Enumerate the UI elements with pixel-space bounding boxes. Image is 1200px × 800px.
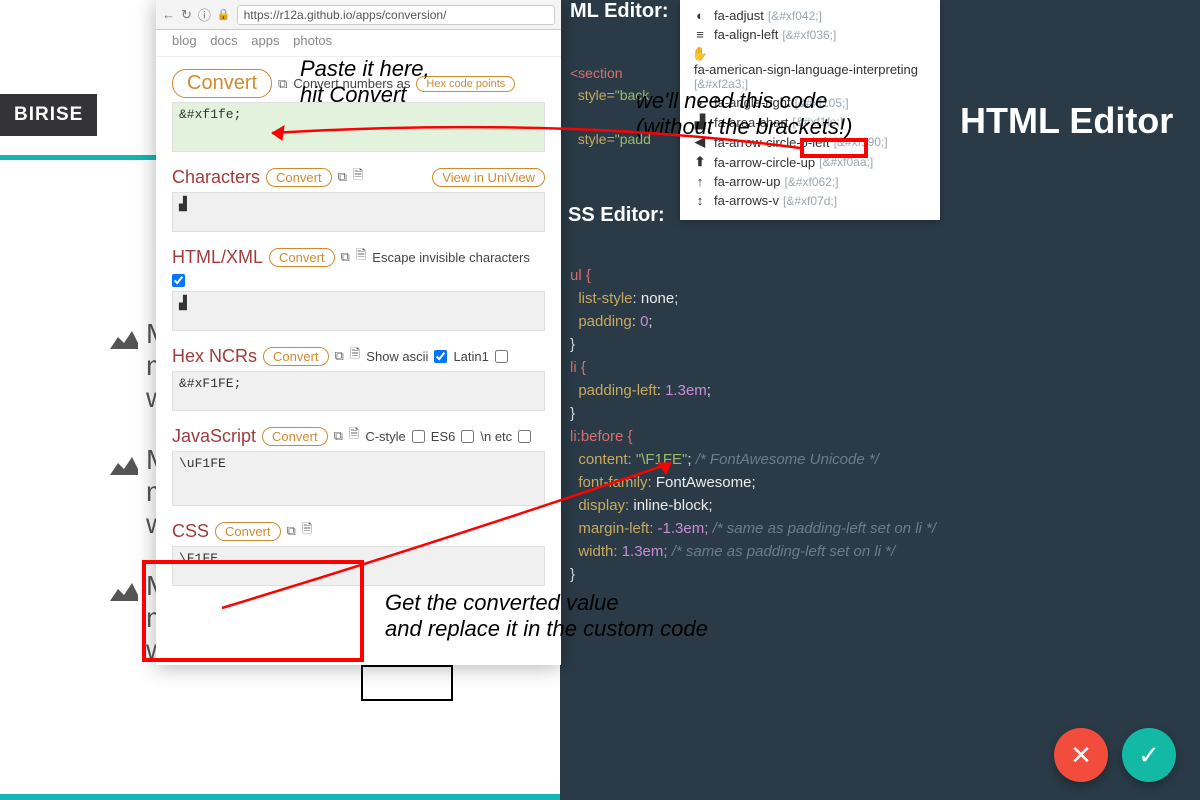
show-ascii-checkbox[interactable] xyxy=(434,350,447,363)
highlight-fa-code xyxy=(800,138,868,158)
section-hex: Hex NCRs xyxy=(172,346,257,367)
area-chart-icon xyxy=(110,450,138,482)
convert-button[interactable]: Convert xyxy=(269,248,335,267)
section-css: CSS xyxy=(172,521,209,542)
fa-list-item[interactable]: ≡fa-align-left[&#xf036;] xyxy=(690,25,930,44)
section-html: HTML/XML xyxy=(172,247,263,268)
doc-icon[interactable]: 🗎 xyxy=(350,345,360,367)
hex-codepoints-button[interactable]: Hex code points xyxy=(416,76,515,92)
copy-icon[interactable]: ⧉ xyxy=(341,249,350,265)
characters-output[interactable]: ▟ xyxy=(172,192,545,232)
lock-icon: 🔒 xyxy=(217,8,231,21)
copy-icon[interactable]: ⧉ xyxy=(334,428,343,444)
adjust-icon: ◐ xyxy=(690,8,710,23)
doc-icon[interactable]: 🗎 xyxy=(356,246,366,268)
nav-docs[interactable]: docs xyxy=(210,33,237,48)
section-js: JavaScript xyxy=(172,426,256,447)
copy-icon[interactable]: ⧉ xyxy=(335,348,344,364)
section-characters: Characters xyxy=(172,167,260,188)
fa-list-item[interactable]: ✋fa-american-sign-language-interpreting[… xyxy=(690,44,930,93)
divider-teal-bottom xyxy=(0,794,560,800)
cstyle-label: C-style xyxy=(365,429,405,444)
arrow-css-value xyxy=(216,460,676,610)
cancel-button[interactable]: ✕ xyxy=(1054,728,1108,782)
convert-button[interactable]: Convert xyxy=(262,427,328,446)
es6-checkbox[interactable] xyxy=(461,430,474,443)
latin1-label: Latin1 xyxy=(453,349,488,364)
logo-birise: BIRISE xyxy=(0,94,97,136)
confirm-button[interactable]: ✓ xyxy=(1122,728,1176,782)
html-editor-label: ML Editor: xyxy=(570,0,669,23)
es6-label: ES6 xyxy=(431,429,456,444)
hex-output[interactable]: &#xF1FE; xyxy=(172,371,545,411)
check-icon: ✓ xyxy=(1138,740,1160,771)
reload-icon[interactable]: ↻ xyxy=(181,7,192,23)
annotation-paste: Paste it here,hit Convert xyxy=(300,56,430,108)
convert-button[interactable]: Convert xyxy=(266,168,332,187)
converter-topnav: blog docs apps photos xyxy=(156,30,561,57)
netc-label: \n etc xyxy=(480,429,512,444)
nav-blog[interactable]: blog xyxy=(172,33,197,48)
arrow-up-icon: ↑ xyxy=(690,174,710,189)
escape-invisible-checkbox[interactable] xyxy=(172,274,185,287)
info-icon[interactable]: ⓘ xyxy=(198,5,211,24)
arrows-v-icon: ↕ xyxy=(690,193,710,208)
browser-address-bar: ← ↻ ⓘ 🔒 https://r12a.github.io/apps/conv… xyxy=(156,0,561,30)
html-output[interactable]: ▟ xyxy=(172,291,545,331)
fa-list-item[interactable]: ↕fa-arrows-v[&#xf07d;] xyxy=(690,191,930,210)
escape-invisible-label: Escape invisible characters xyxy=(372,250,530,265)
arrow-paste xyxy=(262,108,802,158)
convert-button-main[interactable]: Convert xyxy=(172,69,272,98)
back-icon[interactable]: ← xyxy=(162,7,175,22)
align-left-icon: ≡ xyxy=(690,27,710,42)
asl-icon: ✋ xyxy=(690,46,710,62)
convert-button[interactable]: Convert xyxy=(263,347,329,366)
fa-list-item[interactable]: ◐fa-adjust[&#xf042;] xyxy=(690,6,930,25)
doc-icon[interactable]: 🗎 xyxy=(349,425,359,447)
close-icon: ✕ xyxy=(1070,740,1092,771)
latin1-checkbox[interactable] xyxy=(495,350,508,363)
html-editor-title-big: HTML Editor xyxy=(960,100,1173,142)
show-ascii-label: Show ascii xyxy=(366,349,428,364)
copy-icon[interactable]: ⧉ xyxy=(338,169,347,185)
cstyle-checkbox[interactable] xyxy=(412,430,425,443)
nav-apps[interactable]: apps xyxy=(251,33,279,48)
fa-list-item[interactable]: ↑fa-arrow-up[&#xf062;] xyxy=(690,172,930,191)
copy-icon[interactable]: ⧉ xyxy=(278,76,287,92)
address-url[interactable]: https://r12a.github.io/apps/conversion/ xyxy=(237,5,555,25)
nav-photos[interactable]: photos xyxy=(293,33,332,48)
netc-checkbox[interactable] xyxy=(518,430,531,443)
view-uniview-button[interactable]: View in UniView xyxy=(432,168,545,187)
doc-icon[interactable]: 🗎 xyxy=(353,166,363,188)
area-chart-icon xyxy=(110,324,138,356)
magnifier-box xyxy=(361,665,453,701)
area-chart-icon xyxy=(110,576,138,608)
css-editor-label: SS Editor: xyxy=(568,204,665,227)
